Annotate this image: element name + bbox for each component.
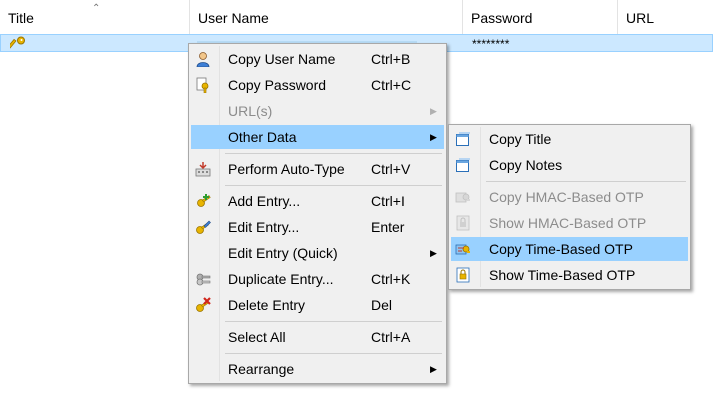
menu-select-all-label: Select All: [228, 329, 286, 345]
menu-add-entry-shortcut: Ctrl+I: [371, 193, 405, 209]
menu-delete-entry-shortcut: Del: [371, 297, 393, 313]
column-title-label: Title: [8, 10, 34, 26]
edit-key-icon: [196, 220, 211, 234]
menu-separator: [225, 185, 442, 186]
menu-delete-entry[interactable]: Delete Entry Del: [191, 293, 444, 317]
key-copy-icon: [196, 77, 209, 93]
column-password-label: Password: [471, 10, 533, 26]
menu-rearrange-label: Rearrange: [228, 361, 295, 377]
menu-copy-hmac-otp: Copy HMAC-Based OTP: [451, 185, 688, 209]
window-copy-icon: [456, 158, 470, 172]
menu-select-all-shortcut: Ctrl+A: [371, 329, 411, 345]
menu-copy-password[interactable]: Copy Password Ctrl+C: [191, 73, 444, 97]
otp-show-icon: [456, 215, 470, 231]
menu-copy-user-name-label: Copy User Name: [228, 51, 336, 67]
sort-ascending-icon: ⌃: [92, 3, 101, 14]
menu-edit-entry-quick[interactable]: Edit Entry (Quick) ▶: [191, 241, 444, 265]
menu-edit-entry-shortcut: Enter: [371, 219, 405, 235]
other-data-submenu: Copy Title Copy Notes Copy HMAC-Based OT…: [448, 124, 691, 290]
submenu-arrow-icon: ▶: [430, 132, 437, 142]
delete-key-icon: [196, 297, 211, 312]
menu-separator: [225, 153, 442, 154]
menu-edit-entry-quick-label: Edit Entry (Quick): [228, 245, 338, 261]
column-url[interactable]: URL: [618, 0, 713, 34]
duplicate-keys-icon: [196, 273, 211, 286]
submenu-arrow-icon: ▶: [430, 106, 437, 116]
menu-other-data[interactable]: Other Data ▶: [191, 125, 444, 149]
otp-copy-icon: [455, 192, 470, 203]
menu-perform-auto-type-label: Perform Auto-Type: [228, 161, 345, 177]
menu-copy-title-label: Copy Title: [489, 131, 552, 147]
menu-urls: URL(s) ▶: [191, 99, 444, 123]
menu-urls-label: URL(s): [228, 103, 273, 119]
user-icon: [196, 52, 210, 67]
column-header: Title ⌃ User Name Password URL: [0, 0, 713, 35]
menu-copy-notes-label: Copy Notes: [489, 157, 563, 173]
menu-duplicate-entry-shortcut: Ctrl+K: [371, 271, 411, 287]
menu-show-hmac-otp-label: Show HMAC-Based OTP: [489, 215, 647, 231]
menu-copy-title[interactable]: Copy Title: [451, 127, 688, 151]
column-username-label: User Name: [198, 10, 269, 26]
menu-show-time-otp[interactable]: Show Time-Based OTP: [451, 263, 688, 287]
menu-edit-entry-label: Edit Entry...: [228, 219, 300, 235]
menu-copy-password-label: Copy Password: [228, 77, 327, 93]
menu-separator: [225, 353, 442, 354]
auto-type-icon: [195, 162, 211, 177]
menu-perform-auto-type-shortcut: Ctrl+V: [371, 161, 411, 177]
column-username[interactable]: User Name: [190, 0, 463, 34]
menu-delete-entry-label: Delete Entry: [228, 297, 306, 313]
otp-copy-icon: [455, 244, 470, 255]
menu-copy-user-name[interactable]: Copy User Name Ctrl+B: [191, 47, 444, 71]
menu-copy-notes[interactable]: Copy Notes: [451, 153, 688, 177]
menu-other-data-label: Other Data: [228, 129, 297, 145]
menu-copy-time-otp[interactable]: Copy Time-Based OTP: [451, 237, 688, 261]
menu-copy-time-otp-label: Copy Time-Based OTP: [489, 241, 633, 257]
menu-select-all[interactable]: Select All Ctrl+A: [191, 325, 444, 349]
menu-copy-user-name-shortcut: Ctrl+B: [371, 51, 411, 67]
menu-separator: [225, 321, 442, 322]
window-copy-icon: [456, 132, 470, 146]
menu-add-entry-label: Add Entry...: [228, 193, 301, 209]
menu-perform-auto-type[interactable]: Perform Auto-Type Ctrl+V: [191, 157, 444, 181]
menu-copy-password-shortcut: Ctrl+C: [371, 77, 412, 93]
menu-duplicate-entry[interactable]: Duplicate Entry... Ctrl+K: [191, 267, 444, 291]
submenu-arrow-icon: ▶: [430, 248, 437, 258]
menu-add-entry[interactable]: Add Entry... Ctrl+I: [191, 189, 444, 213]
menu-show-hmac-otp: Show HMAC-Based OTP: [451, 211, 688, 235]
menu-show-time-otp-label: Show Time-Based OTP: [489, 267, 636, 283]
column-password[interactable]: Password: [463, 0, 618, 34]
entry-context-menu: Copy User Name Ctrl+B Copy Password Ctrl…: [188, 43, 447, 384]
menu-edit-entry[interactable]: Edit Entry... Enter: [191, 215, 444, 239]
entry-password-mask: ********: [472, 37, 510, 51]
add-key-icon: [197, 194, 211, 207]
menu-separator: [486, 181, 686, 182]
otp-show-icon: [456, 267, 470, 283]
column-url-label: URL: [626, 10, 655, 26]
submenu-arrow-icon: ▶: [430, 364, 437, 374]
menu-duplicate-entry-label: Duplicate Entry...: [228, 271, 334, 287]
menu-copy-hmac-otp-label: Copy HMAC-Based OTP: [489, 189, 644, 205]
menu-rearrange[interactable]: Rearrange ▶: [191, 357, 444, 381]
key-icon: [10, 36, 25, 49]
